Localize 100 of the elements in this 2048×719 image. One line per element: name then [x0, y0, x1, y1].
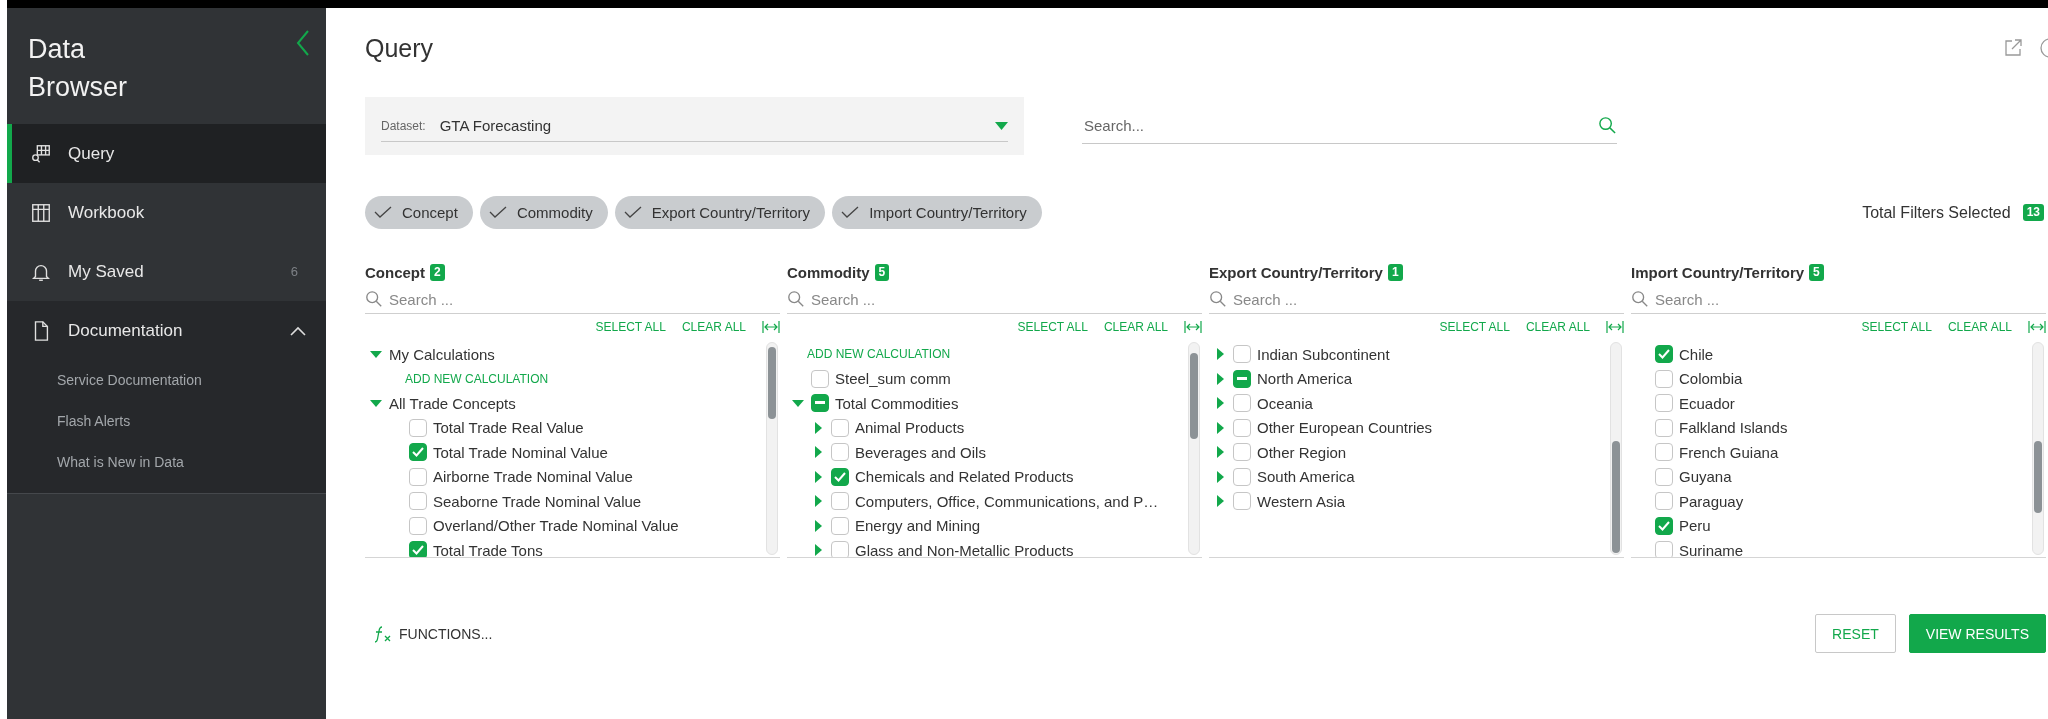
option-label: South America	[1257, 468, 1355, 486]
caret-right-icon[interactable]	[1214, 348, 1226, 361]
option-label: Total Trade Nominal Value	[433, 443, 608, 461]
scrollbar[interactable]	[766, 342, 778, 555]
checkbox[interactable]	[1655, 467, 1673, 486]
check-icon	[623, 206, 642, 219]
search-icon	[1598, 116, 1617, 135]
option-label: Falkland Islands	[1679, 419, 1788, 437]
collapse-chevron-icon[interactable]	[296, 30, 310, 56]
checkbox[interactable]	[831, 492, 849, 511]
caret-right-icon[interactable]	[1214, 372, 1226, 385]
option-label: Total Commodities	[835, 394, 959, 412]
dataset-value: GTA Forecasting	[439, 117, 553, 134]
expand-width-icon[interactable]	[1184, 321, 1202, 333]
check-icon	[834, 471, 846, 482]
caret-right-icon[interactable]	[812, 544, 824, 557]
checkbox[interactable]	[409, 443, 427, 462]
option-label: French Guiana	[1679, 443, 1779, 461]
filter-chip[interactable]: Concept	[365, 196, 473, 229]
checkbox[interactable]	[1655, 369, 1673, 388]
chevron-up-icon[interactable]	[290, 325, 306, 336]
checkbox[interactable]	[1233, 394, 1251, 413]
tree-group-label[interactable]: All Trade Concepts	[389, 394, 516, 412]
option-label: North America	[1257, 370, 1353, 388]
grid-icon	[30, 201, 52, 224]
expand-width-icon[interactable]	[762, 321, 780, 333]
option-label: Oceania	[1257, 394, 1313, 412]
checkbox[interactable]	[1655, 443, 1673, 462]
count-badge: 1	[1387, 263, 1403, 281]
checkbox[interactable]	[1655, 541, 1673, 557]
checkbox[interactable]	[811, 394, 829, 413]
checkbox[interactable]	[409, 516, 427, 535]
option-label: Animal Products	[855, 419, 965, 437]
tree-group-label[interactable]: My Calculations	[389, 345, 495, 363]
checkbox[interactable]	[811, 369, 829, 388]
checkbox[interactable]	[1233, 418, 1251, 437]
checkbox[interactable]	[1655, 516, 1673, 535]
clear-all-link[interactable]: CLEAR ALL	[1103, 320, 1168, 334]
functions-link[interactable]: FUNCTIONS...	[373, 624, 493, 643]
checkbox[interactable]	[1233, 467, 1251, 486]
nav-subitem[interactable]: Flash Alerts	[7, 401, 131, 442]
option-label: Glass and Non-Metallic Products	[855, 541, 1074, 557]
option-label: Suriname	[1679, 541, 1744, 557]
check-icon	[374, 206, 392, 219]
clear-all-link[interactable]: CLEAR ALL	[1525, 320, 1590, 334]
checkbox[interactable]	[1655, 394, 1673, 413]
dataset-dropdown[interactable]: Dataset: GTA Forecasting	[365, 97, 1024, 155]
expand-width-icon[interactable]	[1606, 321, 1624, 333]
caret-right-icon[interactable]	[1214, 397, 1226, 410]
check-icon	[841, 206, 860, 219]
checkbox[interactable]	[1233, 492, 1251, 511]
checkbox[interactable]	[1233, 345, 1251, 364]
checkbox[interactable]	[1233, 369, 1251, 388]
checkbox[interactable]	[409, 541, 427, 557]
caret-right-icon[interactable]	[812, 519, 824, 532]
nav-subitem[interactable]: Service Documentation	[7, 360, 202, 401]
filter-chip[interactable]: Export Country/Territory	[614, 196, 826, 229]
option-label: Total Trade Real Value	[433, 419, 584, 437]
option-label: Computers, Office, Communications, and P…	[855, 492, 1159, 510]
caret-right-icon[interactable]	[1214, 446, 1226, 459]
caret-right-icon[interactable]	[1214, 470, 1226, 483]
checkbox[interactable]	[409, 492, 427, 511]
checkbox[interactable]	[1655, 345, 1673, 364]
nav-item[interactable]: Documentation	[7, 301, 326, 360]
checkbox[interactable]	[409, 418, 427, 437]
caret-right-icon[interactable]	[812, 495, 824, 508]
caret-right-icon[interactable]	[812, 470, 824, 483]
nav-item[interactable]: Query	[7, 124, 326, 183]
page-title: Query	[365, 33, 434, 63]
filter-chip[interactable]: Commodity	[479, 196, 608, 229]
search-icon	[1631, 290, 1649, 308]
option-label: Paraguay	[1679, 492, 1744, 510]
search-icon	[1209, 290, 1227, 308]
checkbox[interactable]	[1655, 418, 1673, 437]
checkbox[interactable]	[1233, 443, 1251, 462]
search-field[interactable]: Search...	[1082, 117, 1598, 134]
caret-right-icon[interactable]	[812, 446, 824, 459]
filter-chip[interactable]: Import Country/Territory	[832, 196, 1042, 229]
caret-right-icon[interactable]	[1214, 495, 1226, 508]
option-label: Other Region	[1257, 443, 1347, 461]
nav-subitem[interactable]: What is New in Data	[7, 442, 184, 483]
expand-width-icon[interactable]	[2028, 321, 2046, 333]
checkbox[interactable]	[409, 467, 427, 486]
external-link-icon[interactable]	[2004, 39, 2022, 57]
clear-all-link[interactable]: CLEAR ALL	[681, 320, 746, 334]
checkbox[interactable]	[1655, 492, 1673, 511]
caret-right-icon[interactable]	[1214, 421, 1226, 434]
nav-item[interactable]: My Saved 6	[7, 242, 326, 301]
checkbox[interactable]	[831, 541, 849, 557]
column-title: Concept	[365, 263, 425, 281]
scrollbar[interactable]	[2032, 342, 2044, 555]
checkbox[interactable]	[831, 443, 849, 462]
checkbox[interactable]	[831, 516, 849, 535]
clear-all-link[interactable]: CLEAR ALL	[1947, 320, 2012, 334]
caret-right-icon[interactable]	[812, 421, 824, 434]
checkbox[interactable]	[831, 418, 849, 437]
checkbox[interactable]	[831, 467, 849, 486]
scrollbar[interactable]	[1188, 342, 1200, 555]
scrollbar[interactable]	[1610, 342, 1622, 555]
nav-item[interactable]: Workbook	[7, 183, 326, 242]
